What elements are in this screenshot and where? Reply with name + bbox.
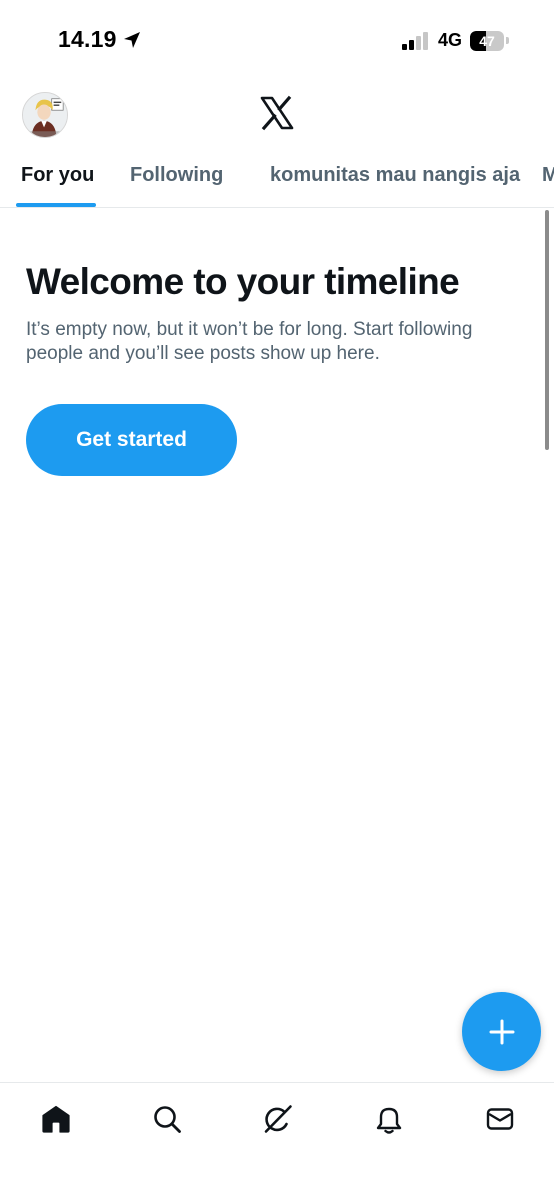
bottom-navigation — [0, 1082, 554, 1200]
nav-grok[interactable] — [260, 1101, 296, 1137]
tab-komunitas[interactable]: komunitas mau nangis aja — [270, 152, 520, 207]
empty-timeline: Welcome to your timeline It’s empty now,… — [26, 256, 526, 366]
nav-notifications[interactable] — [371, 1101, 407, 1137]
compose-post-button[interactable] — [462, 992, 541, 1071]
timeline-tabs: For you Following komunitas mau nangis a… — [0, 152, 554, 208]
status-bar: 14.19 4G 47 — [0, 0, 554, 80]
status-time-group: 14.19 — [58, 26, 142, 53]
grok-icon — [264, 1105, 292, 1133]
avatar-image — [23, 93, 67, 137]
battery-cap — [506, 37, 509, 44]
home-icon — [42, 1105, 70, 1133]
tab-for-you[interactable]: For you — [21, 152, 94, 207]
nav-search[interactable] — [149, 1101, 185, 1137]
location-arrow-icon — [123, 31, 140, 48]
nav-home[interactable] — [38, 1101, 74, 1137]
scrollbar[interactable] — [545, 210, 549, 450]
notifications-bell-icon — [376, 1107, 402, 1134]
welcome-description: It’s empty now, but it won’t be for long… — [26, 319, 473, 364]
battery-icon: 47 — [470, 30, 510, 51]
cellular-signal-icon — [401, 31, 428, 50]
plus-icon — [489, 1019, 514, 1044]
get-started-button[interactable]: Get started — [26, 404, 237, 476]
search-icon — [154, 1106, 181, 1133]
status-indicators: 4G 47 — [401, 30, 510, 51]
network-type: 4G — [437, 30, 462, 50]
tab-following[interactable]: Following — [130, 152, 223, 207]
nav-messages[interactable] — [482, 1101, 518, 1137]
welcome-title: Welcome to your timeline — [26, 261, 460, 302]
top-header — [0, 80, 554, 152]
battery-body: 47 — [470, 30, 504, 51]
x-logo-icon[interactable] — [259, 95, 295, 131]
messages-envelope-icon — [486, 1108, 514, 1130]
tab-partial[interactable]: M — [542, 152, 554, 207]
battery-percent: 47 — [479, 32, 495, 49]
active-tab-indicator — [16, 203, 96, 207]
x-logo-svg — [260, 95, 294, 131]
status-time: 14.19 — [58, 26, 117, 52]
profile-avatar[interactable] — [22, 92, 68, 138]
